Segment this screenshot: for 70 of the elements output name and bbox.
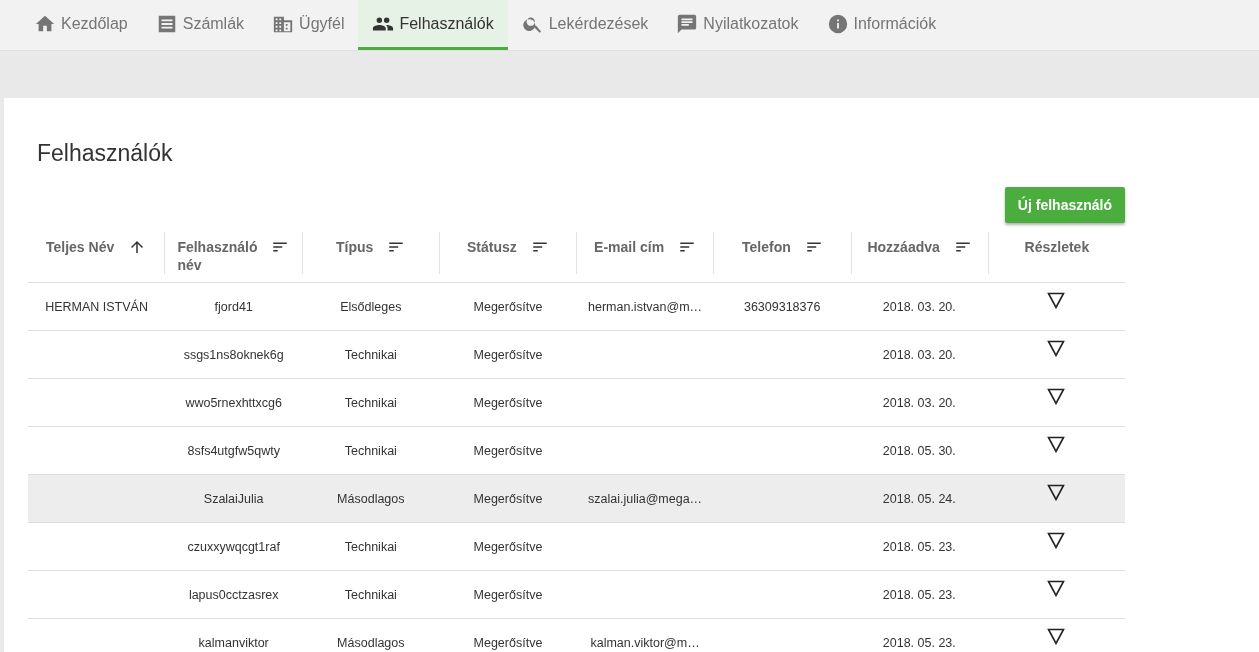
table-cell: Megerősítve (473, 587, 543, 602)
info-icon (826, 12, 849, 35)
table-row[interactable]: lapus0cctzasrex Technikai Megerősítve 2018. 05. 23. (28, 571, 1125, 619)
expand-triangle-icon[interactable] (1047, 388, 1066, 405)
table-cell: SzalaiJulia (203, 491, 264, 506)
table-cell: Másodlagos (337, 635, 405, 650)
table-cell: Megerősítve (473, 539, 543, 554)
table-row[interactable]: czuxxywqcgt1raf Technikai Megerősítve 2018. 05. 23. (28, 523, 1125, 571)
table-cell: HERMAN ISTVÁN (45, 299, 148, 314)
table-cell: 8sfs4utgfw5qwty (187, 443, 280, 458)
expand-triangle-icon[interactable] (1047, 292, 1066, 309)
column-header[interactable]: Típus (335, 238, 374, 256)
expand-triangle-icon[interactable] (1047, 436, 1066, 453)
table-cell: kalmanviktor (198, 635, 269, 650)
table-cell: Megerősítve (473, 491, 543, 506)
nav-tab[interactable]: Információk (812, 0, 951, 50)
table-cell: 2018. 05. 23. (882, 587, 956, 602)
table-cell: 2018. 03. 20. (882, 347, 956, 362)
table-cell: Megerősítve (473, 635, 543, 650)
table-cell: Másodlagos (337, 491, 405, 506)
table-cell: lapus0cctzasrex (188, 587, 279, 602)
table-cell: czuxxywqcgt1raf (187, 539, 280, 554)
table-cell: Technikai (344, 395, 397, 410)
table-row[interactable]: SzalaiJulia Másodlagos Megerősítve szalai.julia@mega… 2018. 05. 24. (28, 475, 1125, 523)
table-row[interactable]: HERMAN ISTVÁN fjord41 Elsődleges Megerősítve herman.istvan@m… 36309318376 2018. 03. 20. (28, 283, 1125, 331)
table-cell: Megerősítve (473, 299, 543, 314)
table-cell: 36309318376 (743, 299, 821, 314)
chat-icon (676, 12, 699, 35)
table-cell: Megerősítve (473, 443, 543, 458)
table-cell: 2018. 05. 24. (882, 491, 956, 506)
page-title: Felhasználók (37, 140, 174, 167)
column-header[interactable]: E-mail cím (594, 238, 665, 256)
table-cell: 2018. 05. 23. (882, 539, 956, 554)
table-cell: Technikai (344, 443, 397, 458)
table-cell: 2018. 05. 30. (882, 443, 956, 458)
expand-triangle-icon[interactable] (1047, 484, 1066, 501)
column-header[interactable]: Részletek (1024, 238, 1090, 256)
expand-triangle-icon[interactable] (1047, 532, 1066, 549)
table-cell: Technikai (344, 539, 397, 554)
table-cell: Technikai (344, 587, 397, 602)
column-header[interactable]: Státusz (466, 238, 517, 256)
column-header[interactable]: Telefon (742, 238, 791, 256)
nav-tab[interactable]: Felhasználók (358, 0, 508, 50)
table-cell: Elsődleges (340, 299, 402, 314)
table-cell: herman.istvan@m… (588, 299, 703, 314)
table-row[interactable]: ssgs1ns8oknek6g Technikai Megerősítve 2018. 03. 20. (28, 331, 1125, 379)
expand-triangle-icon[interactable] (1047, 628, 1066, 645)
table-cell: wwo5rnexhttxcg6 (185, 395, 282, 410)
nav-tab[interactable]: Számlák (141, 0, 259, 50)
nav-tab[interactable]: Nyilatkozatok (662, 0, 813, 50)
column-header[interactable]: Felhasználó név (177, 238, 258, 274)
table-cell: kalman.viktor@m… (590, 635, 700, 650)
table-cell: 2018. 05. 23. (882, 635, 956, 650)
table-cell: fjord41 (214, 299, 253, 314)
column-header[interactable]: Teljes Név (46, 238, 115, 256)
table-cell: ssgs1ns8oknek6g (183, 347, 284, 362)
expand-triangle-icon[interactable] (1047, 340, 1066, 357)
table-row[interactable]: wwo5rnexhttxcg6 Technikai Megerősítve 2018. 03. 20. (28, 379, 1125, 427)
nav-tab[interactable]: Ügyfél (258, 0, 359, 50)
table-cell: Technikai (344, 347, 397, 362)
table-cell: 2018. 03. 20. (882, 395, 956, 410)
column-header[interactable]: Hozzáadva (867, 238, 940, 256)
table-cell: 2018. 03. 20. (882, 299, 956, 314)
nav-tab[interactable]: Lekérdezések (507, 0, 663, 50)
expand-triangle-icon[interactable] (1047, 580, 1066, 597)
table-cell: Megerősítve (473, 395, 543, 410)
nav-tab[interactable]: Kezdőlap (20, 0, 142, 50)
table-cell: szalai.julia@mega… (588, 491, 703, 506)
table-row[interactable]: kalmanviktor Másodlagos Megerősítve kalman.viktor@m… 2018. 05. 23. (28, 619, 1125, 652)
table-cell: Megerősítve (473, 347, 543, 362)
